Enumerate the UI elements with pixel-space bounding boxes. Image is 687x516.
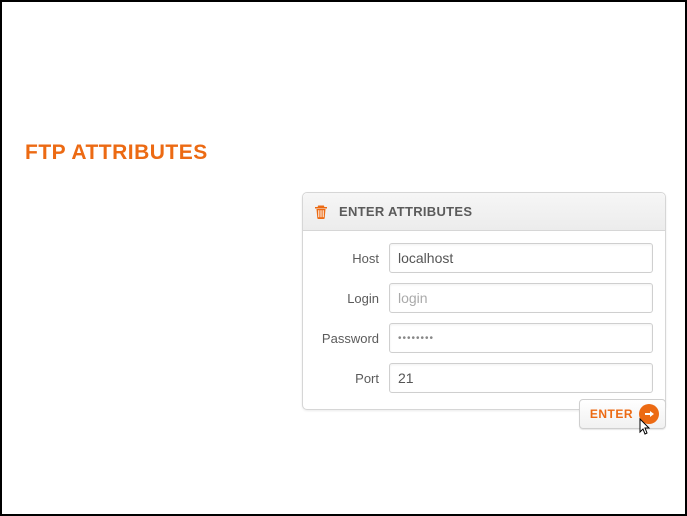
attributes-panel: ENTER ATTRIBUTES Host Login Password Por… xyxy=(302,192,666,410)
form-row-port: Port xyxy=(315,363,653,393)
port-input[interactable] xyxy=(389,363,653,393)
panel-body: Host Login Password Port xyxy=(303,231,665,409)
enter-row: ENTER xyxy=(302,399,666,429)
password-input[interactable] xyxy=(389,323,653,353)
arrow-right-icon xyxy=(639,404,659,424)
host-label: Host xyxy=(315,251,379,266)
login-input[interactable] xyxy=(389,283,653,313)
panel-header: ENTER ATTRIBUTES xyxy=(303,193,665,231)
trash-icon[interactable] xyxy=(313,204,329,220)
form-row-login: Login xyxy=(315,283,653,313)
login-label: Login xyxy=(315,291,379,306)
form-row-host: Host xyxy=(315,243,653,273)
enter-button[interactable]: ENTER xyxy=(579,399,666,429)
page-title: FTP ATTRIBUTES xyxy=(25,141,208,165)
password-label: Password xyxy=(315,331,379,346)
form-row-password: Password xyxy=(315,323,653,353)
port-label: Port xyxy=(315,371,379,386)
enter-button-label: ENTER xyxy=(590,407,633,421)
panel-title: ENTER ATTRIBUTES xyxy=(339,204,472,219)
host-input[interactable] xyxy=(389,243,653,273)
